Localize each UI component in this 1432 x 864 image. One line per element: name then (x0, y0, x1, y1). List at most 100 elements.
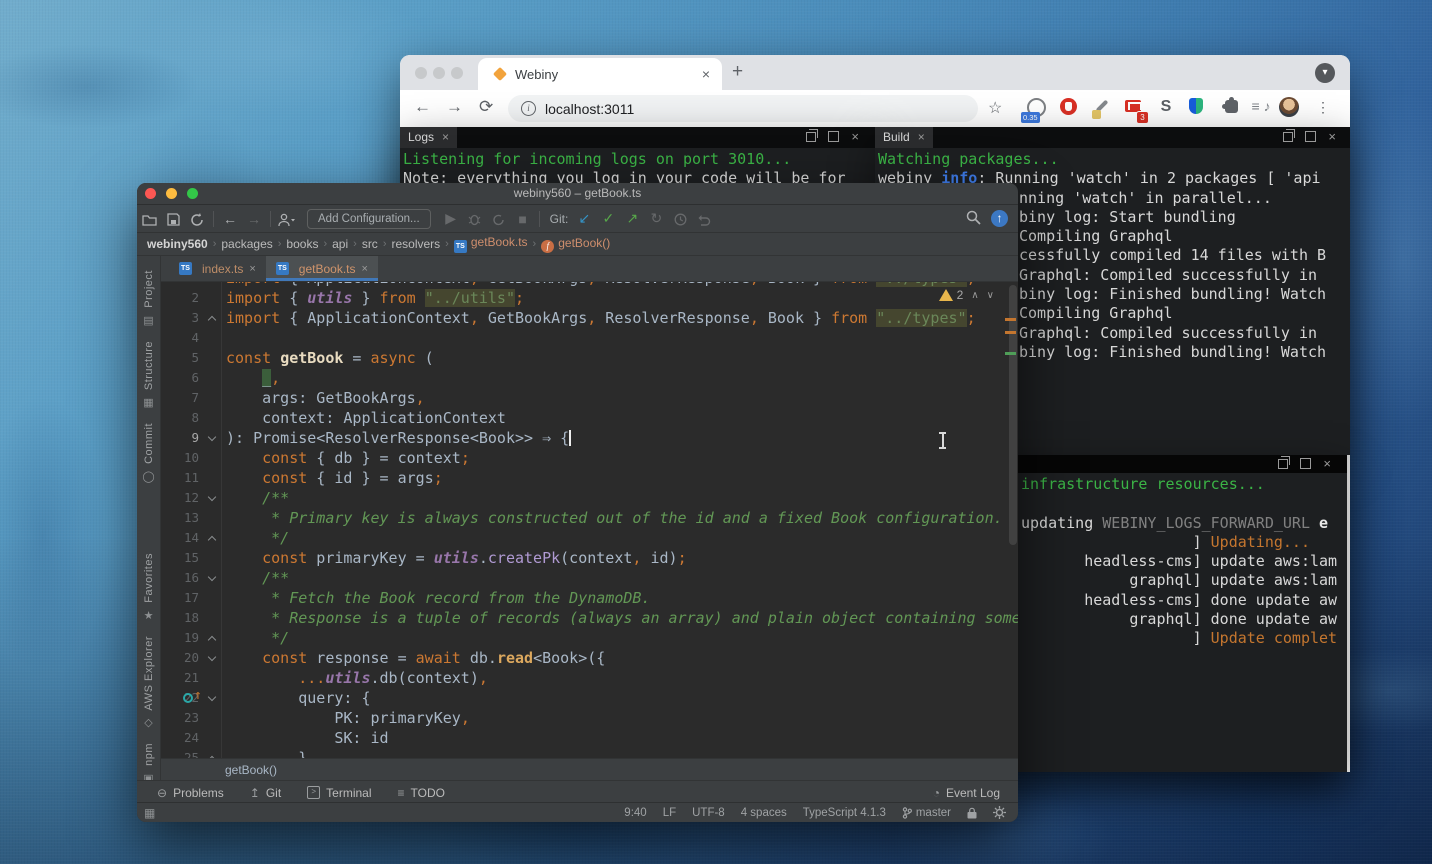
stripe-button-aws-explorer[interactable]: AWS Explorer◇ (143, 636, 155, 730)
ide-zoom-button[interactable] (187, 188, 198, 199)
inspection-widget[interactable]: 2 ∧ ∨ (939, 288, 994, 302)
line-number[interactable]: 11 (161, 468, 204, 488)
debug-icon[interactable] (463, 211, 487, 227)
breadcrumb-item[interactable]: fgetBook() (541, 236, 610, 253)
restore-icon[interactable] (806, 132, 816, 142)
timer-extension-icon[interactable]: 0.35 (1024, 96, 1048, 120)
build-window-controls[interactable]: × (1283, 131, 1336, 142)
adblock-extension-icon[interactable] (1056, 96, 1080, 120)
code-line[interactable]: 11 const { id } = args; (161, 468, 1018, 488)
line-number[interactable]: 17 (161, 588, 204, 608)
fold-marker[interactable] (204, 568, 222, 588)
maximize-icon[interactable] (1300, 458, 1311, 469)
run-configurations-select[interactable]: Add Configuration... (307, 209, 431, 229)
fold-marker[interactable]: ↑ (204, 688, 222, 708)
stripe-button-commit[interactable]: Commit◯ (142, 423, 154, 483)
code-line[interactable]: 19 */ (161, 628, 1018, 648)
logs-tab-close-icon[interactable]: × (442, 127, 449, 148)
status-git-branch[interactable]: master (902, 807, 951, 819)
line-number[interactable]: 24 (161, 728, 204, 748)
status-indent-style[interactable]: 4 spaces (741, 807, 787, 819)
breadcrumb-item[interactable]: TSgetBook.ts (454, 235, 528, 253)
line-number[interactable]: 10 (161, 448, 204, 468)
playlist-extension-icon[interactable]: ≡ ♪ (1249, 96, 1273, 120)
breadcrumb-item[interactable]: api (332, 237, 348, 251)
code-line[interactable]: 15 const primaryKey = utils.createPk(con… (161, 548, 1018, 568)
warning-stripe-mark[interactable] (1005, 331, 1016, 334)
shield-extension-icon[interactable] (1184, 96, 1208, 120)
browser-zoom-button[interactable] (451, 67, 463, 79)
status-line-ending[interactable]: LF (663, 807, 676, 819)
line-number[interactable]: 7 (161, 388, 204, 408)
profile-avatar[interactable] (1277, 96, 1301, 120)
code-line[interactable]: 18 * Response is a tuple of records (alw… (161, 608, 1018, 628)
line-number[interactable]: 2 (161, 288, 204, 308)
breadcrumb-item[interactable]: books (286, 237, 318, 251)
breadcrumb-item[interactable]: webiny560 (147, 237, 208, 251)
close-icon[interactable]: × (851, 132, 859, 142)
stripe-button-npm[interactable]: npm▣ (143, 743, 155, 785)
maximize-icon[interactable] (828, 131, 839, 142)
line-number[interactable]: 4 (161, 328, 204, 348)
editor-tab-index.ts[interactable]: TSindex.ts× (169, 256, 266, 281)
address-bar[interactable]: i localhost:3011 (508, 95, 978, 122)
back-icon[interactable]: ← (414, 97, 431, 117)
change-stripe-mark[interactable] (1005, 352, 1016, 355)
warning-stripe-mark[interactable] (1005, 318, 1016, 321)
line-number[interactable]: 14 (161, 528, 204, 548)
similarweb-extension-icon[interactable]: S (1154, 96, 1178, 120)
history-clock-icon[interactable] (668, 211, 692, 227)
build-tab[interactable]: Build × (875, 127, 933, 148)
browser-close-button[interactable] (415, 67, 427, 79)
puzzle-extensions-icon[interactable] (1219, 96, 1243, 120)
logs-window-controls[interactable]: × (806, 131, 859, 142)
tool-window-button-git[interactable]: ↥Git (250, 786, 281, 800)
code-line[interactable]: 4 (161, 328, 1018, 348)
code-line[interactable]: 2import { utils } from "../utils"; (161, 288, 1018, 308)
tab-close-icon[interactable]: × (702, 66, 710, 82)
deploy-window-controls[interactable]: × (1278, 458, 1331, 469)
logs-tab[interactable]: Logs × (400, 127, 457, 148)
site-info-icon[interactable]: i (521, 101, 536, 116)
line-number[interactable]: 20 (161, 648, 204, 668)
line-number[interactable]: 18 (161, 608, 204, 628)
bookmark-star-icon[interactable]: ☆ (988, 98, 1002, 118)
tool-window-button-problems[interactable]: ⊖Problems (157, 786, 224, 800)
ide-minimize-button[interactable] (166, 188, 177, 199)
code-line[interactable]: 5const getBook = async ( (161, 348, 1018, 368)
mail-extension-icon[interactable]: 3 (1121, 96, 1145, 120)
stripe-button-structure[interactable]: Structure▦ (143, 341, 155, 409)
restore-icon[interactable] (1278, 459, 1288, 469)
git-rollback-icon[interactable]: ↻ (644, 210, 668, 227)
code-line[interactable]: 9): Promise<ResolverResponse<Book>> ⇒ { (161, 428, 1018, 448)
fold-marker[interactable] (204, 428, 222, 448)
editor-tab-getBook.ts[interactable]: TSgetBook.ts× (266, 256, 378, 281)
event-log-button[interactable]: ◔Event Log (933, 786, 1018, 800)
line-number[interactable]: 9 (161, 428, 204, 448)
highlighting-level-gear-icon[interactable] (993, 806, 1006, 819)
maximize-icon[interactable] (1305, 131, 1316, 142)
code-line[interactable]: 20 const response = await db.read<Book>(… (161, 648, 1018, 668)
fold-marker[interactable] (204, 488, 222, 508)
colorpicker-extension-icon[interactable] (1090, 96, 1114, 120)
forward-icon[interactable]: → (242, 211, 266, 227)
back-icon[interactable]: ← (218, 211, 242, 227)
line-number[interactable]: 13 (161, 508, 204, 528)
browser-minimize-button[interactable] (433, 67, 445, 79)
tab-close-icon[interactable]: × (249, 263, 255, 275)
open-folder-icon[interactable] (137, 211, 161, 227)
breadcrumb-item[interactable]: resolvers (391, 237, 440, 251)
status-typescript-version[interactable]: TypeScript 4.1.3 (803, 807, 886, 819)
restore-icon[interactable] (1283, 132, 1293, 142)
line-number[interactable]: 19 (161, 628, 204, 648)
refresh-icon[interactable]: ⟳ (479, 97, 493, 117)
stripe-button-favorites[interactable]: Favorites★ (143, 553, 155, 622)
tab-close-icon[interactable]: × (362, 263, 368, 275)
fold-marker[interactable] (204, 308, 222, 328)
code-line[interactable]: 22↑ query: { (161, 688, 1018, 708)
browser-menu-icon[interactable]: ⋮ (1311, 96, 1335, 120)
fold-marker[interactable] (204, 648, 222, 668)
code-line[interactable]: 25 } (161, 748, 1018, 758)
editor-scrollbar[interactable] (1009, 285, 1017, 545)
code-line[interactable]: 7 args: GetBookArgs, (161, 388, 1018, 408)
